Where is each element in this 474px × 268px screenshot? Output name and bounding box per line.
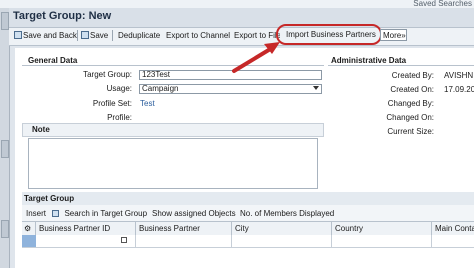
more-label: More [383, 31, 402, 40]
save-icon [81, 31, 89, 39]
gutter-handle-bottom[interactable] [1, 220, 9, 238]
save-and-back-label: Save and Back [23, 31, 77, 40]
save-label: Save [90, 31, 109, 40]
no-of-members-displayed-button[interactable]: No. of Members Displayed [240, 208, 334, 220]
column-city[interactable]: City [232, 222, 332, 235]
note-header [22, 123, 324, 137]
created-by-value: AVISHNI [444, 71, 474, 80]
profile-set-label: Profile Set: [92, 99, 132, 108]
row-selector[interactable] [22, 235, 36, 247]
saved-searches-link[interactable]: Saved Searches [413, 0, 472, 8]
profile-label: Profile: [107, 113, 132, 122]
column-business-partner[interactable]: Business Partner [136, 222, 232, 235]
search-label: Search in Target Group [64, 209, 148, 218]
toolbar-separator [77, 30, 78, 41]
export-to-channel-button[interactable]: Export to Channel [166, 30, 230, 42]
target-group-header [22, 192, 474, 205]
deduplicate-button[interactable]: Deduplicate [118, 30, 160, 42]
insert-button[interactable]: Insert [26, 208, 46, 220]
chevron-right-icon: » [401, 31, 406, 40]
toolbar-separator [112, 30, 113, 41]
note-heading: Note [32, 125, 50, 134]
dropdown-arrow-icon[interactable] [313, 86, 319, 90]
target-group-heading: Target Group [24, 194, 75, 203]
profile-set-link[interactable]: Test [140, 99, 155, 108]
created-on-value: 17.09.20 [444, 85, 474, 94]
usage-value: Campaign [142, 84, 179, 93]
search-in-target-group-button[interactable]: Search in Target Group [52, 208, 147, 220]
column-country[interactable]: Country [332, 222, 432, 235]
highlight-ring [276, 24, 382, 45]
table-settings-icon[interactable]: ⚙ [22, 222, 36, 235]
note-textarea[interactable] [28, 138, 318, 189]
annotation-arrow-icon [232, 42, 280, 73]
divider [328, 65, 474, 66]
gutter-handle-top[interactable] [1, 12, 9, 30]
save-and-back-button[interactable]: Save and Back [14, 30, 77, 42]
show-assigned-objects-button[interactable]: Show assigned Objects [152, 208, 236, 220]
cell-city[interactable] [232, 235, 332, 247]
changed-by-label: Changed By: [387, 99, 434, 108]
trash-icon [52, 210, 59, 217]
usage-label: Usage: [106, 84, 132, 93]
column-main-contact[interactable]: Main Conta [432, 222, 474, 235]
gutter-handle-middle[interactable] [1, 140, 9, 158]
created-on-label: Created On: [390, 85, 434, 94]
column-business-partner-id[interactable]: Business Partner ID [36, 222, 136, 235]
target-group-label: Target Group: [83, 70, 132, 79]
usage-select[interactable]: Campaign [139, 84, 322, 94]
cell-country[interactable] [332, 235, 432, 247]
created-by-label: Created By: [391, 71, 434, 80]
top-strip [0, 0, 474, 8]
more-button[interactable]: More» [380, 29, 407, 41]
save-button[interactable]: Save [81, 30, 108, 42]
changed-on-label: Changed On: [386, 113, 434, 122]
value-help-icon[interactable] [121, 237, 127, 243]
page-title: Target Group: New [13, 10, 112, 22]
current-size-label: Current Size: [387, 127, 434, 136]
cell-business-partner[interactable] [136, 235, 232, 247]
save-and-back-icon [14, 31, 22, 39]
